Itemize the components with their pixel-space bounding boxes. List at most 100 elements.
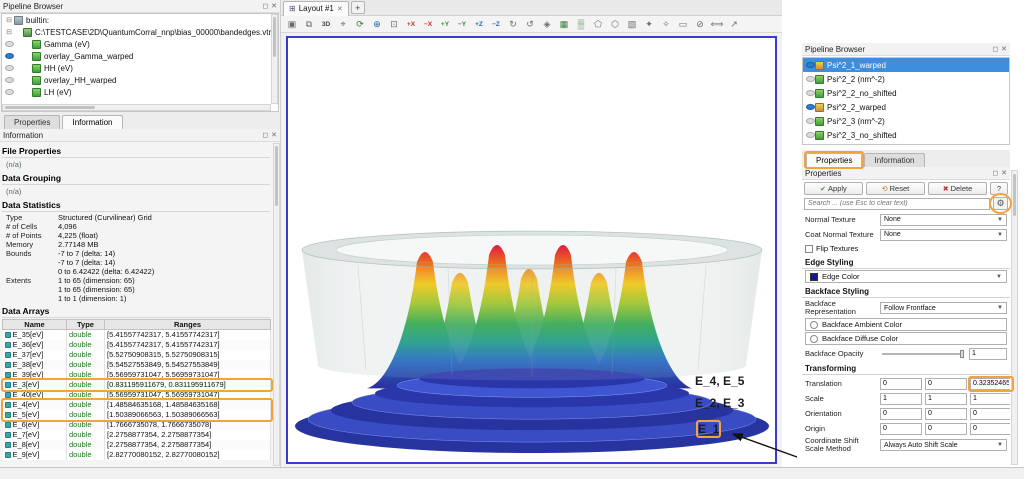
- expander-icon[interactable]: ⊟: [6, 16, 12, 24]
- rotate-90-cw-icon[interactable]: ↻: [505, 17, 521, 32]
- pipeline-item[interactable]: Psi^2_3_no_shifted: [803, 128, 1009, 142]
- tab-layout-1[interactable]: ⊞ Layout #1 ✕: [283, 1, 349, 16]
- tab-properties-right[interactable]: Properties: [806, 153, 862, 167]
- view-minus-x-icon[interactable]: −X: [420, 17, 436, 32]
- close-panel-icon[interactable]: ✕: [1001, 170, 1007, 177]
- select-points-rect-icon[interactable]: ▒: [573, 17, 589, 32]
- isometric-view-icon[interactable]: ◈: [539, 17, 555, 32]
- ruler-icon[interactable]: ⟺: [709, 17, 725, 32]
- data-array-row[interactable]: E_3[eV]double[0.831195911679, 0.83119591…: [3, 380, 271, 390]
- rotate-90-ccw-icon[interactable]: ↺: [522, 17, 538, 32]
- tab-properties[interactable]: Properties: [4, 115, 60, 129]
- tab-information[interactable]: Information: [62, 115, 122, 129]
- delete-button[interactable]: ✖Delete: [928, 182, 987, 195]
- interactive-select-points-icon[interactable]: ✧: [658, 17, 674, 32]
- pipeline-browser-tree-right[interactable]: Psi^2_1_warpedPsi^2_2 (nm^-2)Psi^2_2_no_…: [802, 57, 1010, 145]
- translation-y-input[interactable]: [925, 378, 967, 390]
- orientation-x-input[interactable]: [880, 408, 922, 420]
- pipeline-item[interactable]: ⊟builtin:: [2, 14, 278, 26]
- close-panel-icon[interactable]: ✕: [271, 3, 277, 10]
- pipeline-item[interactable]: Psi^2_2_no_shifted: [803, 86, 1009, 100]
- scale-z-input[interactable]: [970, 393, 1010, 405]
- capture-view-icon[interactable]: ⧉: [301, 17, 317, 32]
- expander-icon[interactable]: ⊟: [6, 28, 12, 36]
- help-button[interactable]: ?: [990, 182, 1008, 195]
- backface-diffuse-color-control[interactable]: Backface Diffuse Color: [805, 332, 1007, 345]
- pipeline-item[interactable]: Gamma (eV): [2, 38, 278, 50]
- visibility-eye-icon[interactable]: [5, 65, 14, 71]
- coat-normal-texture-select[interactable]: None▼: [880, 229, 1007, 241]
- select-cells-rect-icon[interactable]: ▦: [556, 17, 572, 32]
- visibility-eye-icon[interactable]: [5, 53, 14, 59]
- scale-y-input[interactable]: [925, 393, 967, 405]
- data-array-row[interactable]: E_40[eV]double[5.56959731047, 5.56959731…: [3, 390, 271, 400]
- view-minus-y-icon[interactable]: −Y: [454, 17, 470, 32]
- pipeline-item[interactable]: HH (eV): [2, 62, 278, 74]
- tree-vertical-scrollbar[interactable]: [271, 14, 278, 104]
- backface-ambient-color-control[interactable]: Backface Ambient Color: [805, 318, 1007, 331]
- data-array-row[interactable]: E_4[eV]double[1.48584635168, 1.485846351…: [3, 400, 271, 410]
- clear-selection-icon[interactable]: ⊘: [692, 17, 708, 32]
- interactive-select-cells-icon[interactable]: ✦: [641, 17, 657, 32]
- origin-z-input[interactable]: [970, 423, 1010, 435]
- zoom-to-data-icon[interactable]: ⊕: [369, 17, 385, 32]
- origin-y-input[interactable]: [925, 423, 967, 435]
- float-panel-icon[interactable]: ◻: [262, 132, 268, 139]
- visibility-eye-icon[interactable]: [806, 118, 815, 124]
- tab-information-right[interactable]: Information: [864, 153, 924, 167]
- apply-button[interactable]: ✔Apply: [804, 182, 863, 195]
- save-screenshot-icon[interactable]: ▣: [284, 17, 300, 32]
- data-array-row[interactable]: E_37[eV]double[5.52750908315, 5.52750908…: [3, 350, 271, 360]
- visibility-eye-icon[interactable]: [806, 90, 815, 96]
- data-array-row[interactable]: E_39[eV]double[5.56959731047, 5.56959731…: [3, 370, 271, 380]
- data-array-row[interactable]: E_8[eV]double[2.2758877354, 2.2758877354…: [3, 440, 271, 450]
- translation-z-input[interactable]: [970, 378, 1010, 390]
- data-array-row[interactable]: E_38[eV]double[5.54527553849, 5.54527553…: [3, 360, 271, 370]
- visibility-eye-icon[interactable]: [806, 76, 815, 82]
- gear-icon[interactable]: ⚙: [993, 197, 1008, 210]
- scale-x-input[interactable]: [880, 393, 922, 405]
- pipeline-item[interactable]: Psi^2_2_warped: [803, 100, 1009, 114]
- reset-button[interactable]: ⟲Reset: [866, 182, 925, 195]
- render-view-3d[interactable]: E_4, E_5 E_2, E_3 E_1: [286, 36, 777, 464]
- view-plus-z-icon[interactable]: +Z: [471, 17, 487, 32]
- pipeline-browser-tree[interactable]: ⊟builtin:⊟C:\TESTCASE\2D\QuantumCorral_n…: [1, 13, 279, 112]
- select-block-icon[interactable]: ▧: [624, 17, 640, 32]
- flip-textures-checkbox[interactable]: [805, 245, 813, 253]
- add-layout-button[interactable]: +: [351, 1, 365, 14]
- annotation-arrow-icon[interactable]: ↗: [726, 17, 742, 32]
- view-minus-z-icon[interactable]: −Z: [488, 17, 504, 32]
- select-cells-polygon-icon[interactable]: ⬠: [590, 17, 606, 32]
- visibility-eye-icon[interactable]: [5, 41, 14, 47]
- reset-camera-icon[interactable]: ⟳: [352, 17, 368, 32]
- translation-x-input[interactable]: [880, 378, 922, 390]
- float-panel-icon[interactable]: ◻: [992, 170, 998, 177]
- orientation-y-input[interactable]: [925, 408, 967, 420]
- view-plus-y-icon[interactable]: +Y: [437, 17, 453, 32]
- data-array-row[interactable]: E_9[eV]double[2.82770080152, 2.827700801…: [3, 450, 271, 460]
- visibility-eye-icon[interactable]: [5, 77, 14, 83]
- information-scrollbar[interactable]: [273, 143, 280, 466]
- column-ranges[interactable]: Ranges: [105, 320, 271, 330]
- close-panel-icon[interactable]: ✕: [1001, 46, 1007, 53]
- float-panel-icon[interactable]: ◻: [992, 46, 998, 53]
- backface-opacity-input[interactable]: [969, 348, 1007, 360]
- data-array-row[interactable]: E_36[eV]double[5.41557742317, 5.41557742…: [3, 340, 271, 350]
- backface-representation-select[interactable]: Follow Frontface▼: [880, 302, 1007, 314]
- data-array-row[interactable]: E_35[eV]double[5.41557742317, 5.41557742…: [3, 330, 271, 340]
- select-points-polygon-icon[interactable]: ⬡: [607, 17, 623, 32]
- data-array-row[interactable]: E_6[eV]double[1.7666735078, 1.7666735078…: [3, 420, 271, 430]
- pipeline-item[interactable]: overlay_Gamma_warped: [2, 50, 278, 62]
- pipeline-item[interactable]: ⊟C:\TESTCASE\2D\QuantumCorral_nnp\bias_0…: [2, 26, 278, 38]
- edge-color-control[interactable]: Edge Color ▼: [805, 270, 1007, 283]
- tree-horizontal-scrollbar[interactable]: [2, 104, 271, 111]
- properties-scrollbar[interactable]: [1011, 170, 1018, 465]
- visibility-eye-icon[interactable]: [806, 132, 815, 138]
- visibility-eye-icon[interactable]: [806, 62, 815, 68]
- data-array-row[interactable]: E_7[eV]double[2.2758877354, 2.2758877354…: [3, 430, 271, 440]
- toggle-2d-3d-icon[interactable]: 3D: [318, 17, 334, 32]
- column-name[interactable]: Name: [3, 320, 67, 330]
- backface-opacity-slider[interactable]: [882, 353, 964, 355]
- data-array-row[interactable]: E_5[eV]double[1.50389066563, 1.503890665…: [3, 410, 271, 420]
- orientation-z-input[interactable]: [970, 408, 1010, 420]
